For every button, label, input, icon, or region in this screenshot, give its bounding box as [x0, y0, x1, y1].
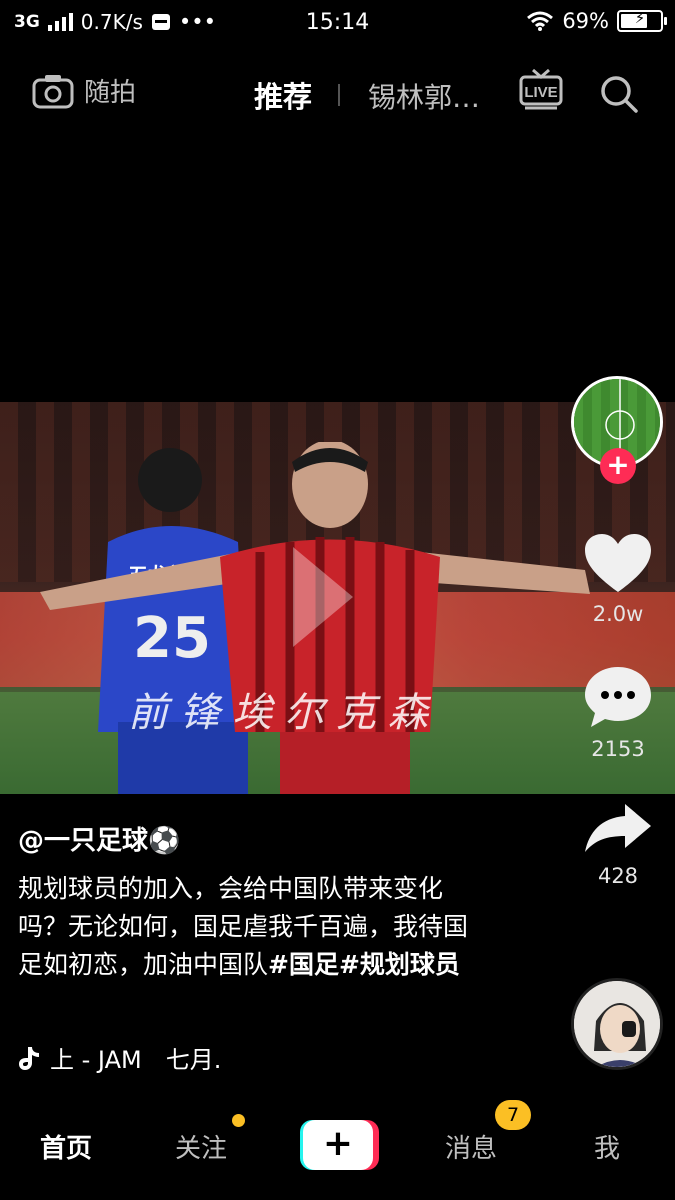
comment-icon: [585, 667, 651, 727]
tab-home[interactable]: 首页: [40, 1128, 92, 1165]
wifi-icon: [527, 11, 554, 31]
comment-count: 2153: [591, 737, 645, 761]
status-right: 69% ⚡: [526, 9, 667, 33]
bottom-nav: 首页 关注 + 消息 7 我: [0, 1100, 675, 1200]
share-icon: [585, 804, 651, 852]
messages-badge: 7: [495, 1100, 531, 1130]
nav-divider: [338, 84, 340, 106]
music-cover-avatar: [574, 981, 660, 1067]
plus-icon: +: [303, 1120, 373, 1170]
share-count: 428: [597, 864, 639, 888]
music-disc[interactable]: [571, 978, 663, 1070]
tab-me[interactable]: 我: [594, 1128, 620, 1165]
shoot-button[interactable]: 随拍: [32, 72, 136, 109]
camera-icon: [32, 74, 74, 108]
create-button[interactable]: +: [300, 1120, 379, 1170]
shoot-label: 随拍: [84, 78, 137, 108]
follow-notification-dot: [232, 1114, 245, 1127]
music-note-icon: [19, 1046, 39, 1070]
post-description: 规划球员的加入，会给中国队带来变化吗？无论如何，国足虐我千百遍，我待国足如初恋，…: [18, 870, 488, 984]
hashtag-link[interactable]: #国足#规划球员: [268, 950, 460, 979]
svg-text:LIVE: LIVE: [524, 84, 557, 101]
author-name[interactable]: @一只足球⚽: [18, 820, 180, 857]
live-icon: LIVE: [519, 68, 563, 110]
status-bar: 3G 0.7K/s ••• 15:14 69% ⚡: [0, 0, 675, 46]
tab-messages[interactable]: 消息: [445, 1128, 497, 1165]
like-count: 2.0w: [592, 602, 644, 626]
live-button[interactable]: LIVE: [519, 68, 563, 114]
battery-percent: 69%: [562, 9, 609, 33]
search-button[interactable]: [599, 74, 639, 118]
heart-icon: [585, 534, 651, 592]
follow-button[interactable]: +: [600, 448, 636, 484]
search-icon: [601, 76, 638, 113]
tab-recommend[interactable]: 推荐: [254, 74, 312, 116]
like-button[interactable]: 2.0w: [568, 532, 668, 626]
tab-city[interactable]: 锡林郭…: [368, 76, 480, 116]
charging-icon: ⚡: [634, 9, 646, 27]
comment-button[interactable]: 2153: [568, 665, 668, 761]
top-nav: 随拍 推荐 锡林郭… LIVE: [0, 62, 675, 126]
music-title: 上 - JAM 七月.: [50, 1046, 222, 1074]
video-caption: 前锋埃尔克森: [128, 690, 440, 736]
play-icon: [293, 547, 353, 647]
share-button[interactable]: 428: [568, 800, 668, 888]
battery-icon: ⚡: [617, 9, 667, 32]
music-info[interactable]: 上 - JAM 七月.: [18, 1040, 221, 1075]
tab-follow[interactable]: 关注: [175, 1128, 227, 1165]
